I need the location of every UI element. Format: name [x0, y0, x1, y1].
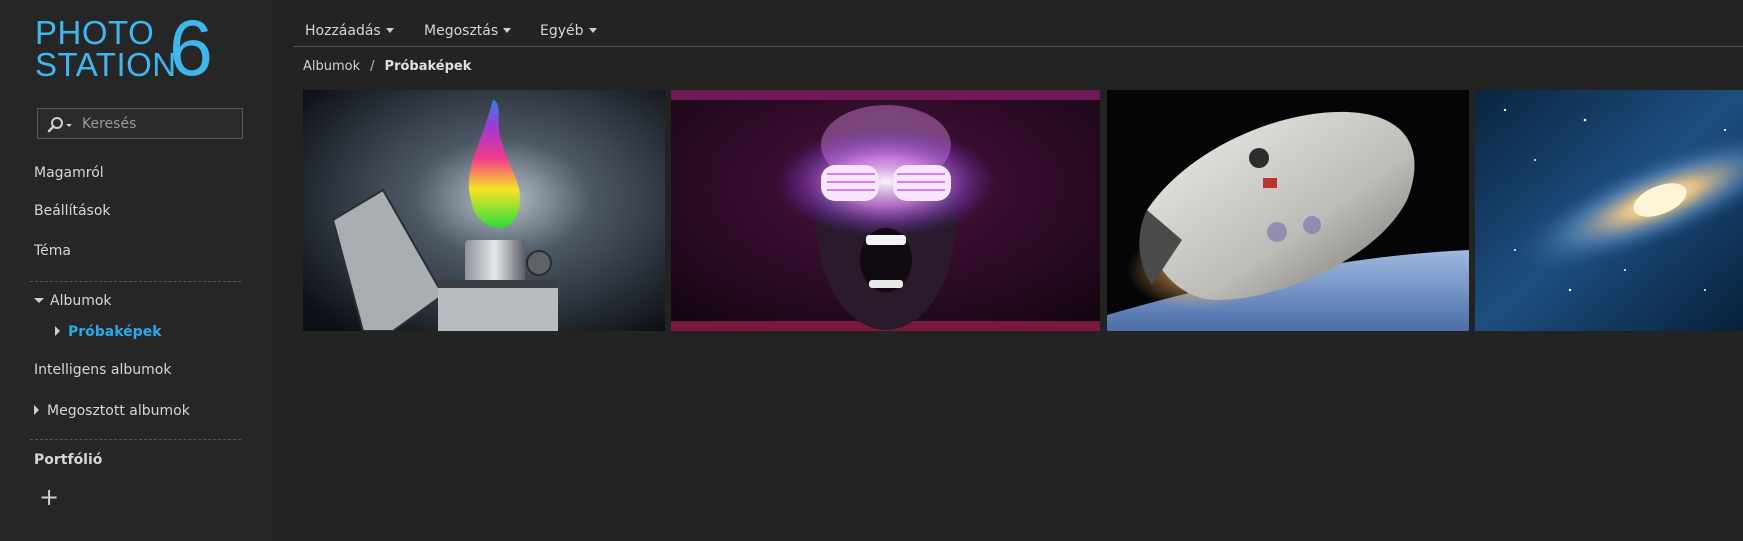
expand-down-icon[interactable] [34, 297, 44, 303]
caret-down-icon [503, 27, 512, 33]
logo-line-2: STATION [35, 46, 177, 83]
sidebar-item-smart-albums[interactable]: Intelligens albumok [34, 361, 171, 379]
lighter-image [303, 90, 665, 331]
caret-down-icon [385, 27, 394, 33]
menu-label: Megosztás [424, 23, 499, 39]
sidebar-item-settings[interactable]: Beállítások [34, 202, 111, 220]
photo-thumbnail[interactable] [303, 90, 665, 331]
breadcrumb-albums-link[interactable]: Albumok [303, 59, 360, 74]
menu-label: Egyéb [540, 23, 584, 39]
caret-down-icon [588, 27, 597, 33]
sidebar-item-portfolio[interactable]: Portfólió [34, 451, 102, 469]
expand-right-icon[interactable] [55, 326, 60, 336]
photo-station-app: PHOTO STATION 6 Magamról Beállítások Tém… [0, 0, 1743, 541]
search-icon[interactable] [46, 116, 76, 134]
add-icon[interactable]: + [39, 485, 59, 509]
sidebar-divider [30, 281, 241, 282]
sidebar-item-theme[interactable]: Téma [34, 242, 71, 260]
breadcrumb: Albumok / Próbaképek [303, 58, 471, 75]
sidebar-divider [30, 439, 241, 440]
sidebar-item-label: Albumok [50, 293, 112, 309]
breadcrumb-separator: / [370, 59, 375, 74]
spacecraft-image [1107, 90, 1469, 331]
sidebar-item-probakepek[interactable]: Próbaképek [55, 323, 162, 341]
logo-line-1: PHOTO [35, 14, 155, 51]
search-input[interactable] [82, 113, 238, 135]
sidebar-item-label: Próbaképek [68, 324, 162, 340]
sidebar: PHOTO STATION 6 Magamról Beállítások Tém… [0, 0, 272, 541]
add-menu-button[interactable]: Hozzáadás [305, 22, 394, 40]
galaxy-image [1475, 90, 1743, 331]
toolbar: Hozzáadás Megosztás Egyéb [293, 0, 1743, 47]
logo-version: 6 [169, 3, 213, 92]
photo-station-logo[interactable]: PHOTO STATION 6 [35, 8, 225, 88]
photo-thumbnail[interactable] [1475, 90, 1743, 331]
share-menu-button[interactable]: Megosztás [424, 22, 512, 40]
expand-right-icon[interactable] [34, 405, 39, 415]
other-menu-button[interactable]: Egyéb [540, 22, 597, 40]
sidebar-item-albums[interactable]: Albumok [34, 292, 112, 310]
sidebar-item-about[interactable]: Magamról [34, 164, 104, 182]
breadcrumb-current: Próbaképek [384, 59, 472, 74]
photo-thumbnail[interactable] [1107, 90, 1469, 331]
menu-label: Hozzáadás [305, 23, 381, 39]
sidebar-item-label: Megosztott albumok [47, 403, 190, 419]
neon-face-image [671, 90, 1100, 331]
search-box [37, 108, 243, 139]
sidebar-item-shared-albums[interactable]: Megosztott albumok [34, 402, 190, 420]
photo-thumbnail[interactable] [671, 90, 1100, 331]
